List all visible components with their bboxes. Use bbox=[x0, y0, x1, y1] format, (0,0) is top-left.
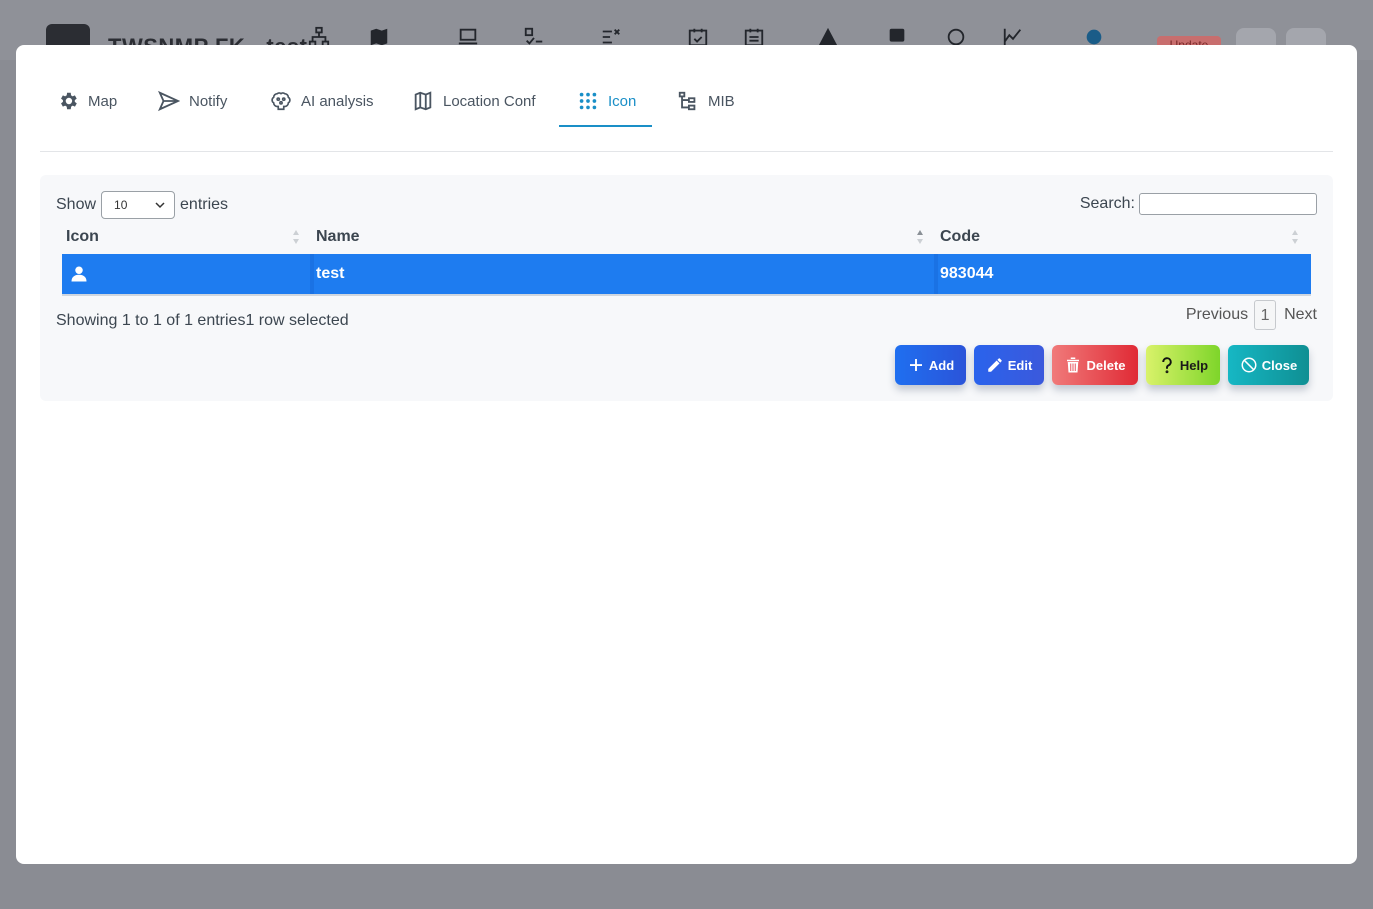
entries-label: entries bbox=[180, 196, 229, 213]
tab-icon[interactable]: Icon bbox=[558, 75, 653, 127]
sort-icon[interactable] bbox=[1291, 229, 1299, 245]
table-header: Icon Name Code bbox=[62, 225, 1311, 255]
column-header-name[interactable]: Name bbox=[316, 225, 360, 255]
tab-notify[interactable]: Notify bbox=[158, 75, 227, 127]
gear-icon bbox=[57, 90, 79, 112]
close-label: Close bbox=[1261, 357, 1298, 373]
tab-label: AI analysis bbox=[301, 92, 374, 110]
tab-ai-analysis[interactable]: AI analysis bbox=[270, 75, 374, 127]
column-header-code[interactable]: Code bbox=[940, 225, 980, 255]
search-label: Search: bbox=[1079, 195, 1135, 212]
table-info: Showing 1 to 1 of 1 entries1 row selecte… bbox=[56, 312, 349, 329]
search-control: Search: bbox=[1080, 193, 1317, 215]
show-label: Show bbox=[56, 196, 97, 213]
tab-mib[interactable]: MIB bbox=[677, 75, 735, 127]
delete-button[interactable]: Delete bbox=[1052, 345, 1138, 385]
trash-icon bbox=[1067, 357, 1080, 373]
cell-divider bbox=[934, 254, 938, 294]
icon-table-panel: Show 10 entries Search: Icon Name Code t… bbox=[40, 175, 1333, 401]
tab-label: Map bbox=[88, 92, 118, 110]
edit-button[interactable]: Edit bbox=[974, 345, 1044, 385]
tree-icon bbox=[677, 90, 699, 112]
page-length-select[interactable]: 10 bbox=[101, 191, 176, 219]
search-input[interactable] bbox=[1139, 193, 1317, 215]
table-row[interactable]: test 983044 bbox=[62, 254, 1311, 296]
ban-icon bbox=[1241, 357, 1257, 373]
help-label: Help bbox=[1179, 357, 1209, 373]
page-length-control: Show 10 entries bbox=[56, 191, 228, 219]
cell-divider bbox=[310, 254, 314, 294]
tab-label: MIB bbox=[708, 92, 735, 110]
question-icon bbox=[1162, 357, 1172, 374]
map-icon bbox=[412, 90, 434, 112]
action-buttons: Add Edit Delete Help Close bbox=[887, 345, 1309, 385]
edit-label: Edit bbox=[1007, 357, 1033, 373]
tab-label: Icon bbox=[608, 92, 637, 110]
next-button[interactable]: Next bbox=[1284, 306, 1317, 324]
page-button[interactable]: 1 bbox=[1254, 300, 1277, 330]
row-name: test bbox=[316, 265, 345, 282]
send-icon bbox=[158, 90, 180, 112]
page-length-value: 10 bbox=[114, 198, 128, 212]
pagination: Previous 1 Next bbox=[1186, 300, 1317, 330]
pencil-icon bbox=[987, 358, 1002, 372]
previous-button[interactable]: Previous bbox=[1186, 306, 1248, 324]
dots-grid-icon bbox=[577, 90, 599, 112]
user-icon bbox=[70, 264, 88, 284]
chevron-down-icon bbox=[155, 202, 165, 209]
sort-asc-icon[interactable] bbox=[916, 229, 924, 245]
column-header-icon[interactable]: Icon bbox=[66, 225, 99, 255]
tab-label: Notify bbox=[189, 92, 228, 110]
close-button[interactable]: Close bbox=[1228, 345, 1309, 385]
help-button[interactable]: Help bbox=[1146, 345, 1220, 385]
tab-bar: Map Notify AI analysis Location Conf Ico… bbox=[40, 75, 1333, 152]
tab-location-conf[interactable]: Location Conf bbox=[412, 75, 536, 127]
tab-map[interactable]: Map bbox=[57, 75, 117, 127]
sort-icon[interactable] bbox=[292, 229, 300, 245]
tab-label: Location Conf bbox=[443, 92, 536, 110]
plus-icon bbox=[909, 359, 922, 371]
add-label: Add bbox=[928, 357, 955, 373]
delete-label: Delete bbox=[1086, 357, 1126, 373]
brain-icon bbox=[270, 90, 292, 112]
row-code: 983044 bbox=[940, 265, 994, 282]
settings-dialog: Map Notify AI analysis Location Conf Ico… bbox=[16, 45, 1357, 864]
add-button[interactable]: Add bbox=[895, 345, 966, 385]
